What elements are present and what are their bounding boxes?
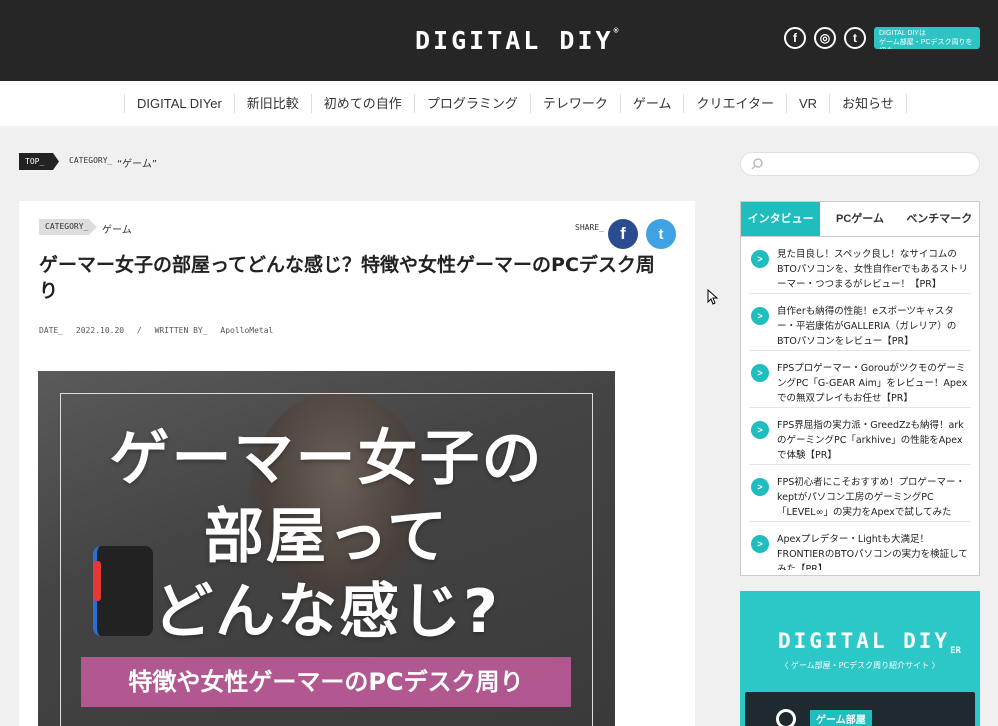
hero-subtitle: 特徴や女性ゲーマーのPCデスク周り	[81, 657, 571, 707]
article-date: 2022.10.20	[75, 326, 125, 335]
arrow-icon: >	[751, 307, 769, 325]
meta-separator: /	[136, 326, 142, 335]
nav-item-news[interactable]: お知らせ	[829, 94, 907, 113]
search-input[interactable]	[767, 155, 972, 173]
sidebar-ranking: インタビュー PCゲーム ベンチマーク > 見た目良し！スペック良し！なサイコムの…	[740, 201, 980, 576]
hero-image: ゲーマー女子の 部屋って どんな感じ? 特徴や女性ゲーマーのPCデスク周り	[38, 371, 615, 726]
list-item[interactable]: > FPS初心者にこそおすすめ！プロゲーマー・keptがパソコン工房のゲーミングP…	[749, 465, 971, 522]
nav-item-creator[interactable]: クリエイター	[683, 94, 785, 113]
list-item-title: 自作erも納得の性能！eスポーツキャスター・平岩康佑がGALLERIA（ガレリア…	[777, 306, 957, 347]
author-name[interactable]: ApolloMetal	[220, 326, 273, 335]
search-box	[740, 152, 980, 176]
twitter-icon[interactable]: t	[844, 27, 866, 49]
hero-line-3: どんな感じ?	[153, 577, 500, 647]
banner-photo-label: ゲーム部屋	[810, 710, 872, 726]
list-item[interactable]: > Apexプレデター・Lightも大満足！FRONTIERのBTOパソコンの実力…	[749, 522, 971, 570]
banner-logo-sub: ER	[950, 646, 961, 657]
nav-item-digital-diyer[interactable]: DIGITAL DIYer	[124, 94, 234, 113]
nav-item-telework[interactable]: テレワーク	[529, 94, 620, 113]
list-item[interactable]: > FPS界屈指の実力派・GreedZzも納得！arkのゲーミングPC「arkhi…	[749, 408, 971, 465]
article-list: > 見た目良し！スペック良し！なサイコムのBTOパソコンを、女性自作erでもあるス…	[741, 237, 979, 570]
tab-pc-game[interactable]: PCゲーム	[820, 202, 899, 236]
sidebar-tabs: インタビュー PCゲーム ベンチマーク	[741, 202, 979, 237]
list-item-title: FPSプロゲーマー・GorouがツクモのゲーミングPC「G-GEAR Aim」を…	[777, 363, 968, 404]
share-label: SHARE_	[575, 223, 604, 232]
logo-text: DIGITAL DIY	[415, 26, 614, 55]
badge-line-2: ゲーム部屋・PCデスク周りを紹介	[879, 39, 973, 49]
list-item-title: Apexプレデター・Lightも大満足！FRONTIERのBTOパソコンの実力を…	[777, 534, 968, 570]
category-link[interactable]: ゲーム	[102, 221, 132, 236]
arrow-icon: >	[751, 364, 769, 382]
date-label: DATE_	[39, 326, 64, 335]
list-item[interactable]: > FPSプロゲーマー・GorouがツクモのゲーミングPC「G-GEAR Aim」…	[749, 351, 971, 408]
nav-item-vr[interactable]: VR	[785, 94, 829, 113]
nav-items: DIGITAL DIYer 新旧比較 初めての自作 プログラミング テレワーク …	[124, 94, 907, 113]
nav-item-game[interactable]: ゲーム	[619, 94, 684, 113]
tab-benchmark[interactable]: ベンチマーク	[900, 202, 979, 236]
banner-logo: DIGITAL DIYER	[778, 629, 961, 656]
banner-tagline: 〈 ゲーム部屋・PCデスク周り紹介サイト 〉	[780, 661, 940, 670]
arrow-icon: >	[751, 250, 769, 268]
arrow-icon: >	[751, 478, 769, 496]
banner-logo-text: DIGITAL DIY	[778, 629, 951, 653]
arrow-icon: >	[751, 535, 769, 553]
hero-line-1: ゲーマー女子の	[109, 424, 544, 494]
mouse-cursor-icon	[707, 289, 719, 305]
breadcrumb-category-label: CATEGORY_	[69, 156, 113, 165]
site-header: DIGITAL DIY® f ◎ t DIGITAL DIYは ゲーム部屋・PC…	[0, 0, 998, 81]
breadcrumb-current: “ゲーム”	[117, 159, 158, 170]
site-logo[interactable]: DIGITAL DIY®	[415, 26, 618, 55]
hero-line-2: 部屋って	[204, 502, 449, 572]
article-meta: DATE_ 2022.10.20 / WRITTEN BY_ ApolloMet…	[39, 326, 281, 335]
arrow-icon: >	[751, 421, 769, 439]
written-by-label: WRITTEN BY_	[154, 326, 208, 335]
share-facebook-button[interactable]: f	[608, 219, 638, 249]
main-nav: DIGITAL DIYer 新旧比較 初めての自作 プログラミング テレワーク …	[0, 81, 998, 126]
search-icon	[751, 158, 763, 170]
nav-item-comparison[interactable]: 新旧比較	[233, 94, 311, 113]
article-card: CATEGORY_ ゲーム SHARE_ f t ゲーマー女子の部屋ってどんな感…	[19, 201, 695, 726]
category-tag: CATEGORY_	[39, 219, 97, 235]
badge-line-1: DIGITAL DIYは	[879, 30, 927, 37]
list-item[interactable]: > 自作erも納得の性能！eスポーツキャスター・平岩康佑がGALLERIA（ガレリ…	[749, 294, 971, 351]
list-item-title: 見た目良し！スペック良し！なサイコムのBTOパソコンを、女性自作erでもあるスト…	[777, 249, 969, 290]
facebook-icon[interactable]: f	[784, 27, 806, 49]
logo-mark: ®	[613, 26, 619, 35]
nav-item-programming[interactable]: プログラミング	[413, 94, 530, 113]
list-item-title: FPS界屈指の実力派・GreedZzも納得！arkのゲーミングPC「arkhiv…	[777, 420, 964, 461]
sidebar-banner[interactable]: DIGITAL DIYER 〈 ゲーム部屋・PCデスク周り紹介サイト 〉 ゲーム…	[740, 591, 980, 726]
about-badge[interactable]: DIGITAL DIYは ゲーム部屋・PCデスク周りを紹介	[874, 27, 980, 49]
tab-interview[interactable]: インタビュー	[741, 202, 821, 236]
breadcrumb-top[interactable]: TOP_	[19, 153, 59, 170]
share-twitter-button[interactable]: t	[646, 219, 676, 249]
list-item-title: FPS初心者にこそおすすめ！プロゲーマー・keptがパソコン工房のゲーミングPC…	[777, 477, 966, 518]
camera-icon	[776, 709, 796, 726]
instagram-icon[interactable]: ◎	[814, 27, 836, 49]
article-title: ゲーマー女子の部屋ってどんな感じ？特徴や女性ゲーマーのPCデスク周り	[39, 254, 655, 302]
nav-item-first-build[interactable]: 初めての自作	[310, 94, 414, 113]
list-item[interactable]: > 見た目良し！スペック良し！なサイコムのBTOパソコンを、女性自作erでもあるス…	[749, 237, 971, 294]
